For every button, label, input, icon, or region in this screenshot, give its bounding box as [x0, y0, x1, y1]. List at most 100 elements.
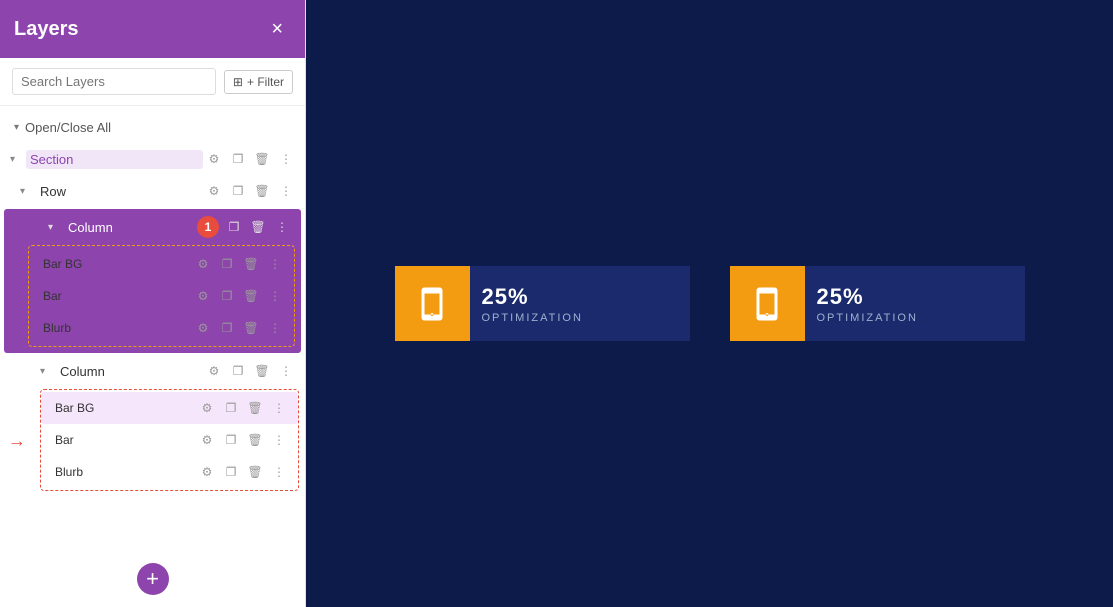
section-toggle: ▾: [10, 154, 24, 165]
open-close-label: Open/Close All: [25, 120, 111, 135]
column1-copy-button[interactable]: ❐: [223, 216, 245, 238]
layer-bar-bg-2[interactable]: Bar BG ⚙ ❐ 🗑 ⋮: [41, 392, 298, 424]
bar-bg-1-copy-button[interactable]: ❐: [216, 253, 238, 275]
column1-label: Column: [64, 218, 197, 237]
section-copy-button[interactable]: ❐: [227, 148, 249, 170]
layer-bar-1[interactable]: Bar ⚙ ❐ 🗑 ⋮: [29, 280, 294, 312]
blurb-1-gear-button[interactable]: ⚙: [192, 317, 214, 339]
bar-1-actions: ⚙ ❐ 🗑 ⋮: [192, 285, 286, 307]
blurb-2-label: Blurb: [51, 463, 196, 481]
card-1-label: OPTIMIZATION: [482, 312, 678, 324]
bar-1-copy-button[interactable]: ❐: [216, 285, 238, 307]
blurb-2-copy-button[interactable]: ❐: [220, 461, 242, 483]
column1-trash-button[interactable]: 🗑: [247, 216, 269, 238]
layer-bar-bg-1[interactable]: Bar BG ⚙ ❐ 🗑 ⋮: [29, 248, 294, 280]
bar-bg-2-more-button[interactable]: ⋮: [268, 397, 290, 419]
row-actions: ⚙ ❐ 🗑 ⋮: [203, 180, 297, 202]
row-trash-button[interactable]: 🗑: [251, 180, 273, 202]
bar-bg-1-trash-button[interactable]: 🗑: [240, 253, 262, 275]
section-trash-button[interactable]: 🗑: [251, 148, 273, 170]
layer-section[interactable]: ▾ Section ⚙ ❐ 🗑 ⋮: [0, 143, 305, 175]
layers-panel: Layers × ⊞ + Filter ▾ Open/Close All ▾ S…: [0, 0, 306, 607]
section-label: Section: [26, 150, 203, 169]
bar-bg-1-label: Bar BG: [39, 255, 192, 273]
column1-actions: ❐ 🗑 ⋮: [223, 216, 293, 238]
bar-1-label: Bar: [39, 287, 192, 305]
bar-2-actions: ⚙ ❐ 🗑 ⋮: [196, 429, 290, 451]
column2-actions: ⚙ ❐ 🗑 ⋮: [203, 360, 297, 382]
bar-bg-1-more-button[interactable]: ⋮: [264, 253, 286, 275]
bar-2-label: Bar: [51, 431, 196, 449]
section-actions: ⚙ ❐ 🗑 ⋮: [203, 148, 297, 170]
bar-bg-1-actions: ⚙ ❐ 🗑 ⋮: [192, 253, 286, 275]
open-close-arrow: ▾: [14, 122, 19, 133]
layer-column1[interactable]: ▾ Column 1 ❐ 🗑 ⋮: [4, 211, 301, 243]
bar-2-copy-button[interactable]: ❐: [220, 429, 242, 451]
bar-1-more-button[interactable]: ⋮: [264, 285, 286, 307]
layer-bar-2[interactable]: Bar ⚙ ❐ 🗑 ⋮: [41, 424, 298, 456]
bar-1-trash-button[interactable]: 🗑: [240, 285, 262, 307]
column2-more-button[interactable]: ⋮: [275, 360, 297, 382]
column2-copy-button[interactable]: ❐: [227, 360, 249, 382]
search-input[interactable]: [12, 68, 216, 95]
column2-toggle: ▾: [40, 366, 54, 377]
card-1-percent: 25%: [482, 284, 678, 310]
bar-2-trash-button[interactable]: 🗑: [244, 429, 266, 451]
bar-bg-2-gear-button[interactable]: ⚙: [196, 397, 218, 419]
add-layer-button[interactable]: +: [137, 563, 169, 595]
bar-1-gear-button[interactable]: ⚙: [192, 285, 214, 307]
blurb-1-more-button[interactable]: ⋮: [264, 317, 286, 339]
bar-bg-2-actions: ⚙ ❐ 🗑 ⋮: [196, 397, 290, 419]
bar-bg-1-gear-button[interactable]: ⚙: [192, 253, 214, 275]
phone-icon-2: [749, 286, 785, 322]
row-copy-button[interactable]: ❐: [227, 180, 249, 202]
column2-children-wrapper: → Bar BG ⚙ ❐ 🗑 ⋮ Bar ⚙: [0, 387, 305, 495]
card-2-percent: 25%: [817, 284, 1013, 310]
panel-title: Layers: [14, 18, 79, 41]
blurb-2-more-button[interactable]: ⋮: [268, 461, 290, 483]
column1-highlighted-row: ▾ Column 1 ❐ 🗑 ⋮ Bar BG ⚙ ❐ 🗑: [4, 209, 301, 353]
search-row: ⊞ + Filter: [0, 58, 305, 106]
close-button[interactable]: ×: [263, 14, 291, 45]
section-more-button[interactable]: ⋮: [275, 148, 297, 170]
bar-2-more-button[interactable]: ⋮: [268, 429, 290, 451]
column2-children-group: Bar BG ⚙ ❐ 🗑 ⋮ Bar ⚙ ❐ 🗑 ⋮: [40, 389, 299, 491]
filter-button[interactable]: ⊞ + Filter: [224, 70, 293, 94]
card-1-content: 25% OPTIMIZATION: [470, 266, 690, 341]
blurb-2-actions: ⚙ ❐ 🗑 ⋮: [196, 461, 290, 483]
main-canvas: 25% OPTIMIZATION 25% OPTIMIZATION: [306, 0, 1113, 607]
card-1: 25% OPTIMIZATION: [395, 266, 690, 341]
blurb-2-trash-button[interactable]: 🗑: [244, 461, 266, 483]
layer-blurb-1[interactable]: Blurb ⚙ ❐ 🗑 ⋮: [29, 312, 294, 344]
phone-icon-1: [414, 286, 450, 322]
card-1-icon-box: [395, 266, 470, 341]
column1-children-group: Bar BG ⚙ ❐ 🗑 ⋮ Bar ⚙ ❐ 🗑 ⋮: [28, 245, 295, 347]
row-label: Row: [36, 182, 203, 201]
section-gear-button[interactable]: ⚙: [203, 148, 225, 170]
bar-bg-2-label: Bar BG: [51, 399, 196, 417]
card-2-label: OPTIMIZATION: [817, 312, 1013, 324]
layer-blurb-2[interactable]: Blurb ⚙ ❐ 🗑 ⋮: [41, 456, 298, 488]
bar-bg-2-copy-button[interactable]: ❐: [220, 397, 242, 419]
row-more-button[interactable]: ⋮: [275, 180, 297, 202]
blurb-2-gear-button[interactable]: ⚙: [196, 461, 218, 483]
bar-2-gear-button[interactable]: ⚙: [196, 429, 218, 451]
layers-header: Layers ×: [0, 0, 305, 58]
layer-row[interactable]: ▾ Row ⚙ ❐ 🗑 ⋮: [0, 175, 305, 207]
column2-gear-button[interactable]: ⚙: [203, 360, 225, 382]
open-close-all[interactable]: ▾ Open/Close All: [0, 116, 305, 143]
bar-bg-2-trash-button[interactable]: 🗑: [244, 397, 266, 419]
column1-badge: 1: [197, 216, 219, 238]
column1-more-button[interactable]: ⋮: [271, 216, 293, 238]
column2-label: Column: [56, 362, 203, 381]
blurb-1-copy-button[interactable]: ❐: [216, 317, 238, 339]
blurb-1-actions: ⚙ ❐ 🗑 ⋮: [192, 317, 286, 339]
card-2: 25% OPTIMIZATION: [730, 266, 1025, 341]
column2-trash-button[interactable]: 🗑: [251, 360, 273, 382]
row-gear-button[interactable]: ⚙: [203, 180, 225, 202]
layer-column2[interactable]: ▾ Column ⚙ ❐ 🗑 ⋮: [0, 355, 305, 387]
card-2-content: 25% OPTIMIZATION: [805, 266, 1025, 341]
sidebar-bottom: +: [137, 563, 169, 595]
card-2-icon-box: [730, 266, 805, 341]
blurb-1-trash-button[interactable]: 🗑: [240, 317, 262, 339]
